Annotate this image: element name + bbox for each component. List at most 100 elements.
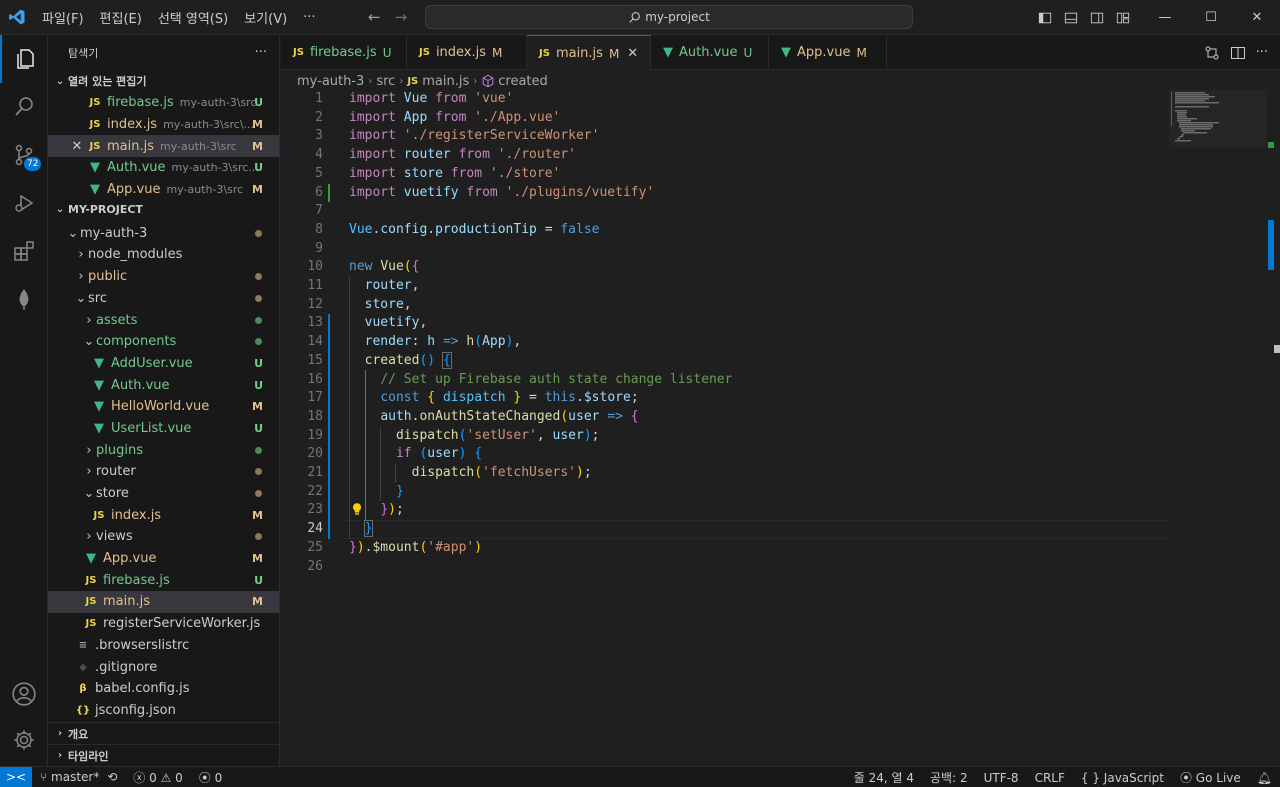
open-editor-item[interactable]: ▼ Auth.vue my-auth-3\src... U xyxy=(48,157,279,179)
ports-status[interactable]: ⦿ 0 xyxy=(191,769,230,786)
tree-folder[interactable]: › router xyxy=(48,461,279,483)
tree-file[interactable]: ▼ App.vue M xyxy=(48,548,279,570)
customize-layout-icon[interactable] xyxy=(1110,0,1136,35)
remote-indicator-icon[interactable]: >< xyxy=(0,766,32,787)
source-control-icon[interactable]: 72 xyxy=(0,131,48,179)
tree-folder[interactable]: › assets xyxy=(48,309,279,331)
settings-gear-icon[interactable] xyxy=(0,716,48,764)
open-editors-header[interactable]: ⌄ 열려 있는 편집기 xyxy=(48,70,279,92)
menu-selection[interactable]: 선택 영역(S) xyxy=(150,8,236,27)
toggle-primary-sidebar-icon[interactable] xyxy=(1032,0,1058,35)
modified-dot-icon xyxy=(255,294,262,302)
editor-scrollbar[interactable] xyxy=(1268,90,1280,766)
close-window-icon[interactable]: ✕ xyxy=(1234,0,1280,35)
tab-app-vue[interactable]: ▼ App.vue M xyxy=(769,35,887,70)
close-editor-icon[interactable]: ✕ xyxy=(68,139,86,154)
line-number: 10 xyxy=(307,259,323,275)
open-editor-item[interactable]: JS index.js my-auth-3\src\... M xyxy=(48,114,279,136)
tab-index-js[interactable]: JS index.js M xyxy=(407,35,527,70)
tree-folder[interactable]: ⌄ components xyxy=(48,331,279,353)
tab-auth-vue[interactable]: ▼ Auth.vue U xyxy=(651,35,769,70)
tree-file[interactable]: JS registerServiceWorker.js xyxy=(48,613,279,635)
timeline-label: 타임라인 xyxy=(68,749,109,763)
git-status-badge: U xyxy=(743,45,753,60)
minimap[interactable] xyxy=(1169,90,1267,148)
tree-folder[interactable]: › plugins xyxy=(48,439,279,461)
open-editor-item[interactable]: ▼ App.vue my-auth-3\src M xyxy=(48,179,279,201)
tree-folder[interactable]: › views xyxy=(48,526,279,548)
breadcrumb-symbol[interactable]: created xyxy=(498,74,548,89)
project-header[interactable]: ⌄ MY-PROJECT xyxy=(48,200,279,218)
tree-folder[interactable]: › node_modules xyxy=(48,244,279,266)
menu-file[interactable]: 파일(F) xyxy=(34,8,92,27)
tree-file[interactable]: ▼ AddUser.vue U xyxy=(48,353,279,375)
breadcrumb-folder[interactable]: src xyxy=(376,74,395,89)
cursor-position[interactable]: 줄 24, 열 4 xyxy=(846,769,922,786)
search-activity-icon[interactable] xyxy=(0,83,48,131)
indentation[interactable]: 공백: 2 xyxy=(922,769,976,786)
open-editor-item[interactable]: ✕ JS main.js my-auth-3\src M xyxy=(48,135,279,158)
tree-file[interactable]: JS main.js M xyxy=(48,591,279,613)
command-center-search[interactable]: my-project xyxy=(425,5,913,29)
tree-file[interactable]: JS firebase.js U xyxy=(48,569,279,591)
go-live-button[interactable]: ⦿ Go Live xyxy=(1172,769,1249,786)
branch-name: master* xyxy=(51,770,100,784)
accounts-icon[interactable] xyxy=(0,670,48,718)
branch-status[interactable]: ⑂ master* ⟲ xyxy=(32,770,125,784)
tree-file[interactable]: ≡ .browserslistrc xyxy=(48,635,279,657)
tree-file[interactable]: ▼ HelloWorld.vue M xyxy=(48,396,279,418)
line-number: 20 xyxy=(307,446,323,462)
timeline-header[interactable]: › 타임라인 xyxy=(48,744,279,766)
open-changes-icon[interactable] xyxy=(1204,45,1220,61)
breadcrumb-folder[interactable]: my-auth-3 xyxy=(297,74,364,89)
end-of-line[interactable]: CRLF xyxy=(1027,771,1073,785)
menu-view[interactable]: 보기(V) xyxy=(236,8,295,27)
tree-file[interactable]: ◆ .gitignore xyxy=(48,656,279,678)
close-tab-icon[interactable]: ✕ xyxy=(627,46,638,61)
encoding[interactable]: UTF-8 xyxy=(976,771,1027,785)
forward-arrow-icon[interactable]: → xyxy=(395,8,408,26)
tree-item-name: public xyxy=(88,269,128,285)
open-editor-item[interactable]: JS firebase.js my-auth-3\src U xyxy=(48,92,279,114)
code-line: 21 dispatch('fetchUsers'); xyxy=(281,464,1169,483)
line-number: 19 xyxy=(307,427,323,443)
vue-file-icon: ▼ xyxy=(94,377,104,393)
run-debug-icon[interactable] xyxy=(0,179,48,227)
minimize-icon[interactable]: — xyxy=(1142,0,1188,35)
explorer-title: 탐색기 xyxy=(68,46,99,60)
tab-label: App.vue xyxy=(797,45,851,60)
tree-folder[interactable]: › public xyxy=(48,266,279,288)
menu-edit[interactable]: 편집(E) xyxy=(92,8,150,27)
tree-folder[interactable]: ⌄ src xyxy=(48,288,279,310)
outline-header[interactable]: › 개요 xyxy=(48,722,279,744)
tree-folder[interactable]: ⌄ my-auth-3 xyxy=(48,222,279,244)
tree-file[interactable]: ▼ UserList.vue U xyxy=(48,418,279,440)
mongodb-leaf-icon[interactable] xyxy=(0,275,48,323)
split-editor-icon[interactable] xyxy=(1230,45,1246,61)
tree-file[interactable]: ▼ Auth.vue U xyxy=(48,374,279,396)
explorer-icon[interactable] xyxy=(0,35,48,83)
tree-file[interactable]: β babel.config.js xyxy=(48,678,279,700)
notifications-bell-icon[interactable]: 🔔︎ xyxy=(1249,771,1280,785)
more-actions-icon[interactable]: ··· xyxy=(1256,45,1268,60)
maximize-icon[interactable]: ☐ xyxy=(1188,0,1234,35)
menu-more[interactable]: ··· xyxy=(295,10,323,25)
problems-status[interactable]: ⓧ 0 ⚠ 0 xyxy=(125,769,191,786)
tree-file[interactable]: {} jsconfig.json xyxy=(48,700,279,722)
toggle-secondary-sidebar-icon[interactable] xyxy=(1084,0,1110,35)
language-mode[interactable]: { } JavaScript xyxy=(1073,771,1172,785)
tab-main-js[interactable]: JS main.js M ✕ xyxy=(527,35,651,71)
tree-file[interactable]: JS index.js M xyxy=(48,504,279,526)
scrollbar-modified-marker xyxy=(1268,220,1274,270)
tab-firebase-js[interactable]: JS firebase.js U xyxy=(281,35,407,70)
source-control-badge: 72 xyxy=(24,157,42,171)
toggle-panel-icon[interactable] xyxy=(1058,0,1084,35)
code-text: new Vue({ xyxy=(349,259,420,275)
code-editor[interactable]: 1 import Vue from 'vue' 2 import App from '… xyxy=(281,90,1169,766)
tree-folder[interactable]: ⌄ store xyxy=(48,483,279,505)
lightbulb-icon[interactable] xyxy=(350,501,364,517)
extensions-icon[interactable] xyxy=(0,227,48,275)
breadcrumb-file[interactable]: main.js xyxy=(422,74,469,89)
explorer-more-icon[interactable]: ··· xyxy=(255,45,267,60)
back-arrow-icon[interactable]: ← xyxy=(368,8,381,26)
